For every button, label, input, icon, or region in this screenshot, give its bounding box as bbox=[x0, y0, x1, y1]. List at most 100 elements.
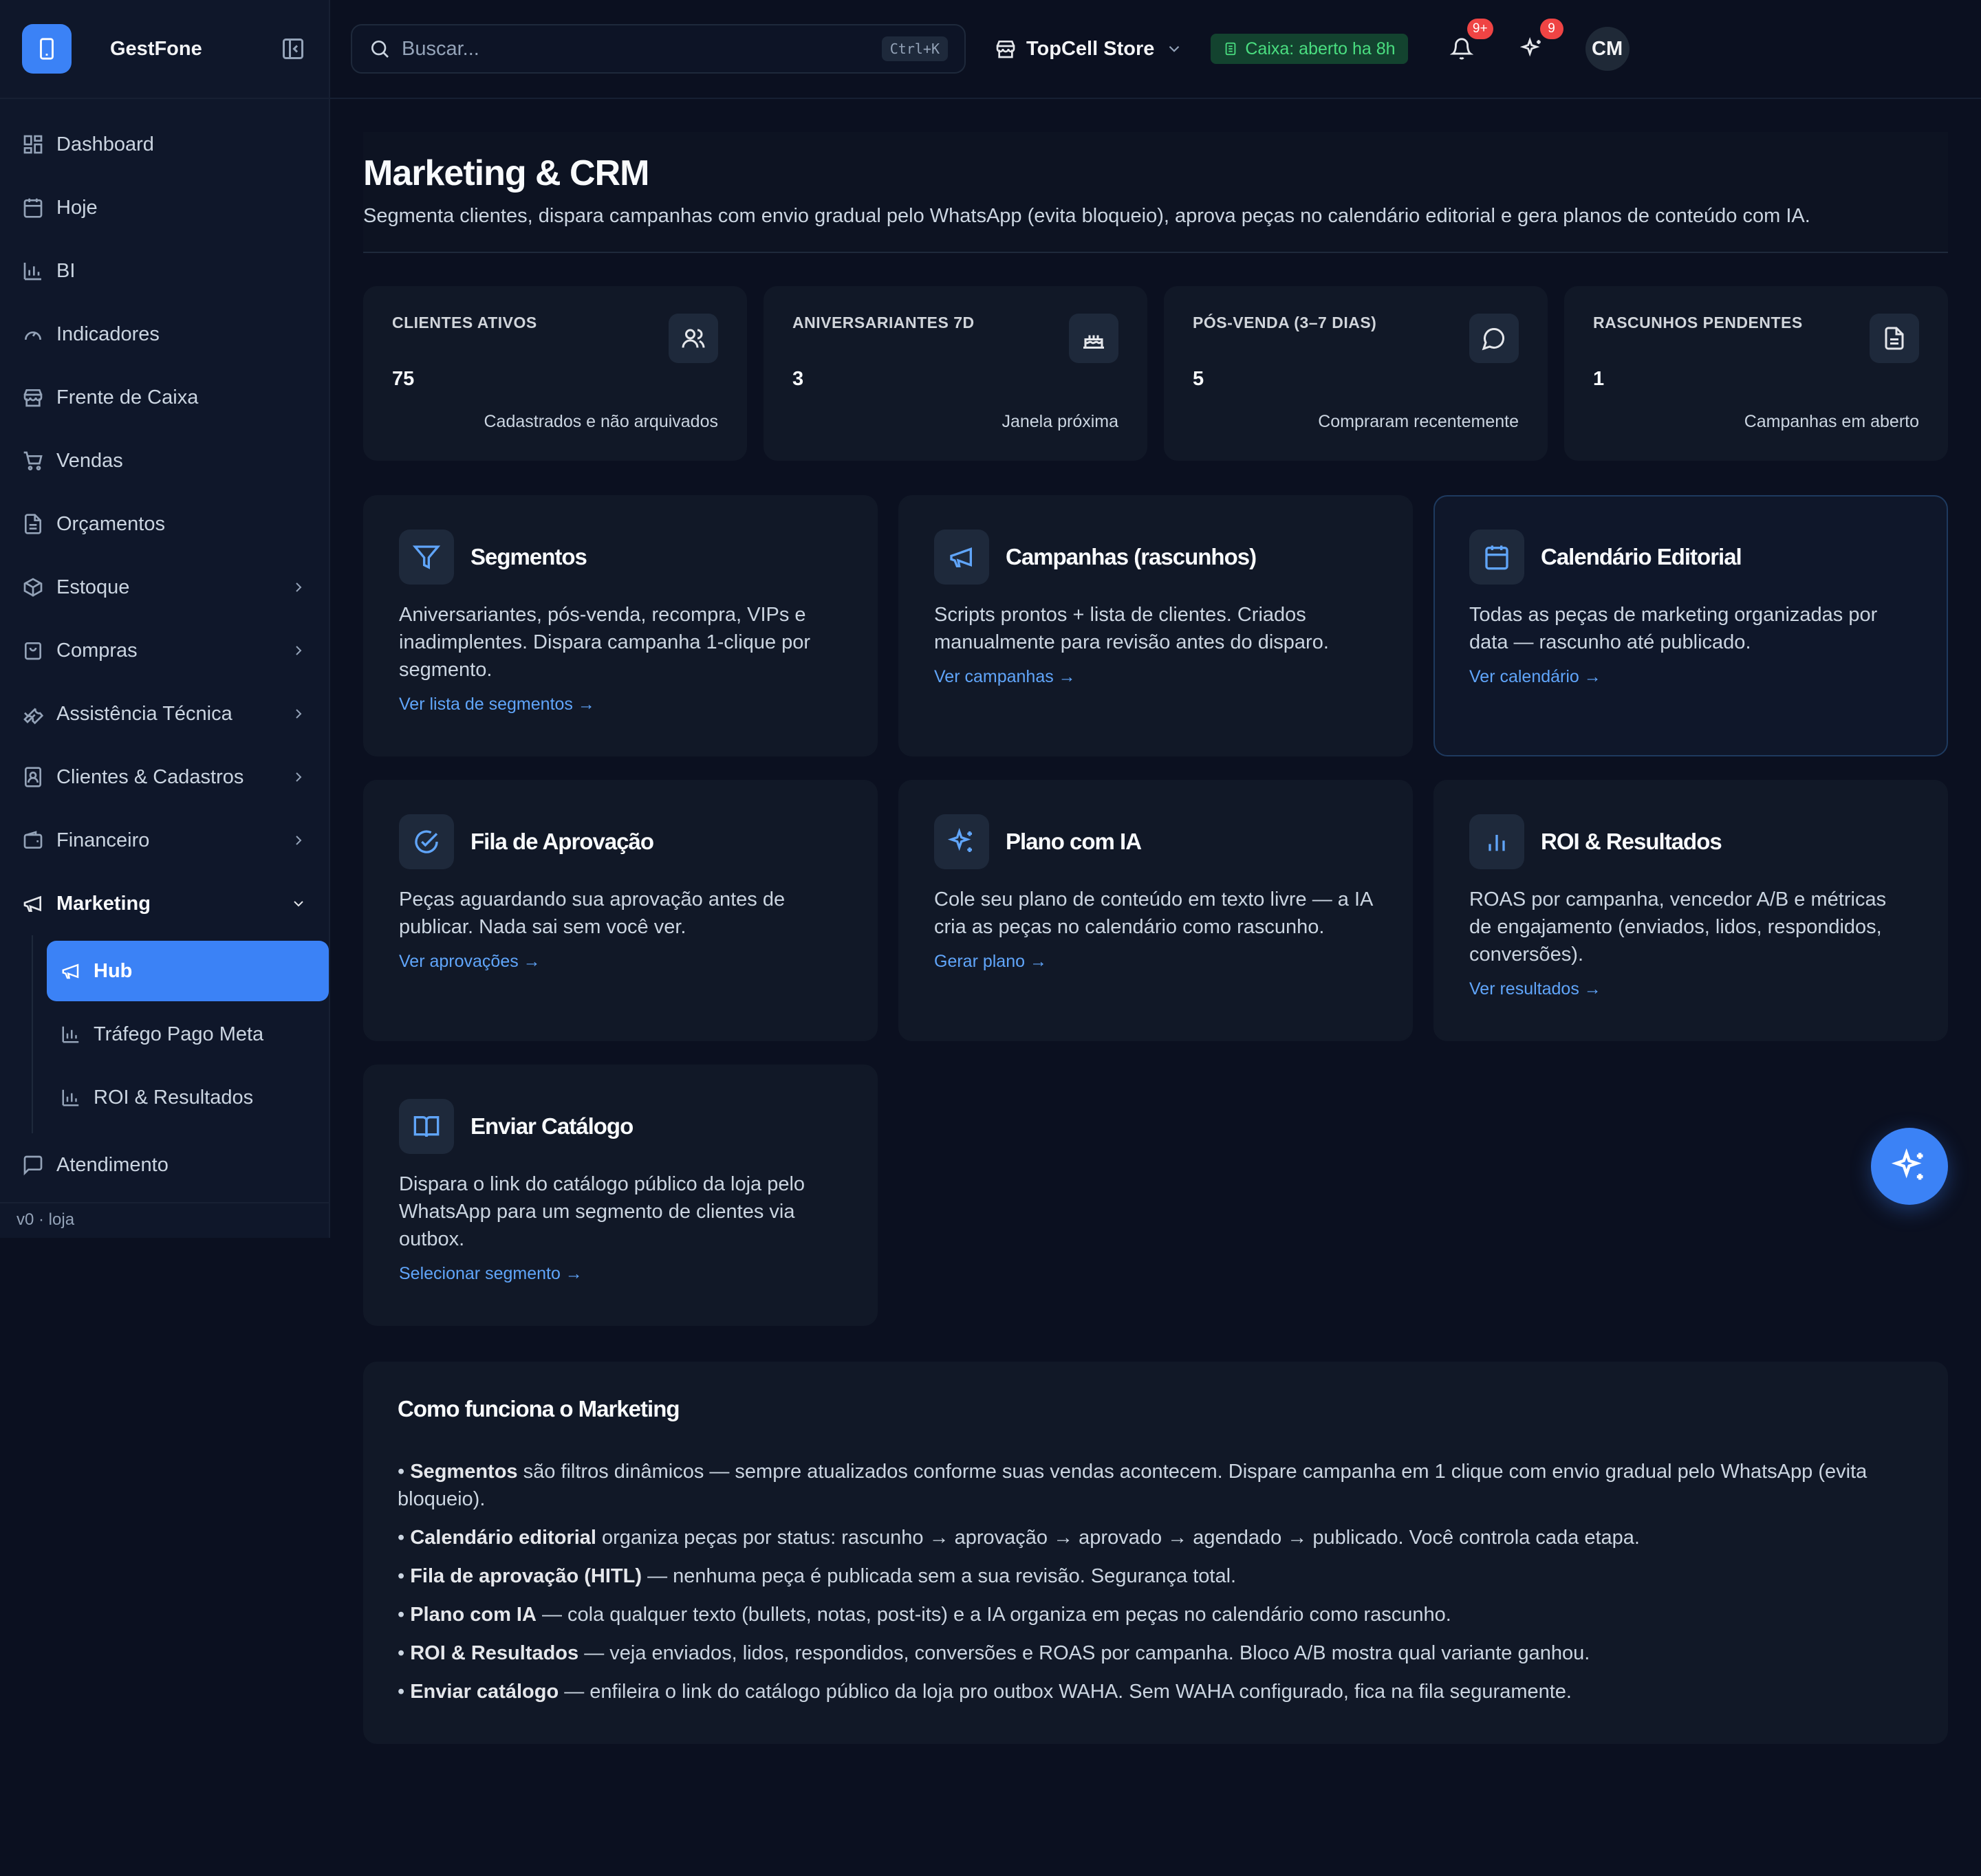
shopping-bag-icon bbox=[25, 642, 41, 660]
sidebar-item-financeiro[interactable]: Financeiro bbox=[0, 809, 329, 872]
card-title: Campanhas (rascunhos) bbox=[1006, 544, 1257, 569]
store-icon bbox=[23, 389, 43, 407]
phone-icon[interactable] bbox=[22, 24, 72, 74]
howto-item-bold: ROI & Resultados bbox=[410, 1642, 579, 1664]
card-enviar-catalogo[interactable]: Enviar Catálogo Dispara o link do catálo… bbox=[363, 1065, 878, 1326]
sidebar-toggle-icon[interactable] bbox=[279, 35, 307, 63]
gauge-icon bbox=[25, 331, 41, 340]
sidebar-item-atendimento[interactable]: Atendimento bbox=[0, 1133, 329, 1197]
card-title: Plano com IA bbox=[1006, 829, 1142, 854]
notifications-button[interactable]: 9+ bbox=[1445, 19, 1493, 65]
store-selector[interactable]: TopCell Store bbox=[995, 38, 1183, 61]
sidebar-item-orcamentos[interactable]: Orçamentos bbox=[0, 492, 329, 556]
sidebar-subitem-label: Tráfego Pago Meta bbox=[94, 1023, 264, 1045]
sidebar-item-marketing[interactable]: Marketing bbox=[0, 872, 329, 935]
chevron-right-icon bbox=[296, 646, 302, 655]
sidebar-nav: Dashboard Hoje BI Indicadores Frente de … bbox=[0, 99, 329, 1197]
ai-fab-button[interactable] bbox=[1871, 1128, 1948, 1205]
stat-subtitle: Compraram recentemente bbox=[1318, 412, 1519, 431]
sparkles-icon bbox=[1892, 1148, 1923, 1180]
sidebar-item-label: Financeiro bbox=[56, 829, 150, 851]
sidebar-footer: v0 · loja bbox=[0, 1202, 329, 1238]
dashboard-icon bbox=[23, 135, 43, 154]
card-calendario-editorial[interactable]: Calendário Editorial Todas as peças de m… bbox=[1433, 495, 1948, 756]
notifications-badge: 9+ bbox=[1466, 19, 1493, 39]
howto-item: • Enviar catálogo — enfileira o link do … bbox=[398, 1681, 1572, 1703]
sidebar-item-assistencia-tecnica[interactable]: Assistência Técnica bbox=[0, 682, 329, 745]
sidebar-item-clientes-cadastros[interactable]: Clientes & Cadastros bbox=[0, 745, 329, 809]
howto-item-bold: Calendário editorial bbox=[410, 1527, 596, 1549]
chevron-right-icon bbox=[296, 772, 302, 782]
marketing-subnav: Hub Tráfego Pago Meta ROI & Resultados bbox=[32, 935, 329, 1133]
register-icon bbox=[1226, 42, 1236, 56]
bar-chart-icon bbox=[62, 1026, 79, 1043]
stat-card-rascunhos: RASCUNHOS PENDENTES 1 Campanhas em abert… bbox=[1564, 286, 1948, 461]
sidebar-item-label: Indicadores bbox=[56, 323, 160, 345]
stats-row: CLIENTES ATIVOS 75 Cadastrados e não arq… bbox=[363, 286, 1948, 461]
sidebar-subitem-label: Hub bbox=[94, 959, 133, 982]
check-circle-icon bbox=[399, 814, 454, 869]
avatar[interactable]: CM bbox=[1585, 27, 1630, 71]
card-link[interactable]: Selecionar segmento → bbox=[399, 1264, 583, 1284]
stat-value: 1 bbox=[1593, 368, 1605, 390]
sidebar-item-frente-de-caixa[interactable]: Frente de Caixa bbox=[0, 366, 329, 429]
chevron-down-icon bbox=[294, 901, 303, 907]
card-roi-resultados[interactable]: ROI & Resultados ROAS por campanha, venc… bbox=[1433, 780, 1948, 1041]
sidebar-subitem-trafego-pago-meta[interactable]: Tráfego Pago Meta bbox=[47, 1004, 329, 1065]
card-link[interactable]: Ver resultados → bbox=[1469, 979, 1601, 999]
card-description: ROAS por campanha, vencedor A/B e métric… bbox=[1469, 888, 1887, 966]
sidebar-item-label: Marketing bbox=[56, 892, 151, 915]
stat-card-aniversariantes: ANIVERSARIANTES 7D 3 Janela próxima bbox=[764, 286, 1147, 461]
card-description: Peças aguardando sua aprovação antes de … bbox=[399, 888, 786, 938]
howto-item-bold: Segmentos bbox=[410, 1461, 518, 1483]
card-link[interactable]: Ver campanhas → bbox=[934, 667, 1076, 687]
stat-card-clientes-ativos: CLIENTES ATIVOS 75 Cadastrados e não arq… bbox=[363, 286, 747, 461]
sparkles-icon bbox=[1519, 37, 1541, 57]
sidebar-item-indicadores[interactable]: Indicadores bbox=[0, 303, 329, 366]
card-description: Cole seu plano de conteúdo em texto livr… bbox=[934, 888, 1372, 938]
stat-card-pos-venda: PÓS-VENDA (3–7 DIAS) 5 Compraram recente… bbox=[1164, 286, 1548, 461]
sidebar-subitem-hub[interactable]: Hub bbox=[47, 941, 329, 1001]
stat-value: 5 bbox=[1193, 368, 1204, 390]
sidebar-item-bi[interactable]: BI bbox=[0, 239, 329, 303]
cart-icon bbox=[23, 451, 43, 470]
search-input[interactable]: Buscar... Ctrl+K bbox=[351, 24, 966, 74]
card-link[interactable]: Gerar plano → bbox=[934, 952, 1047, 972]
chevron-right-icon bbox=[296, 836, 302, 845]
page-title: Marketing & CRM bbox=[363, 153, 649, 193]
ai-assistant-button[interactable]: 9 bbox=[1515, 19, 1563, 65]
sidebar-item-label: Estoque bbox=[56, 576, 130, 598]
ai-badge: 9 bbox=[1539, 19, 1563, 39]
sidebar-item-vendas[interactable]: Vendas bbox=[0, 429, 329, 492]
sidebar-item-dashboard[interactable]: Dashboard bbox=[0, 113, 329, 176]
feature-cards: Segmentos Aniversariantes, pós-venda, re… bbox=[363, 495, 1948, 1326]
card-segmentos[interactable]: Segmentos Aniversariantes, pós-venda, re… bbox=[363, 495, 878, 756]
caixa-status-badge[interactable]: Caixa: aberto ha 8h bbox=[1211, 34, 1408, 64]
chat-icon bbox=[1469, 314, 1519, 363]
sparkles-icon bbox=[934, 814, 989, 869]
stat-subtitle: Janela próxima bbox=[1002, 412, 1118, 431]
howto-item-text: — veja enviados, lidos, respondidos, con… bbox=[578, 1642, 1590, 1664]
card-title: Enviar Catálogo bbox=[470, 1113, 634, 1139]
howto-item-text: — nenhuma peça é publicada sem a sua rev… bbox=[642, 1565, 1237, 1587]
card-fila-aprovacao[interactable]: Fila de Aprovação Peças aguardando sua a… bbox=[363, 780, 878, 1041]
card-link[interactable]: Ver calendário → bbox=[1469, 667, 1601, 687]
bar-chart-icon bbox=[23, 263, 41, 281]
sidebar-item-hoje[interactable]: Hoje bbox=[0, 176, 329, 239]
card-link[interactable]: Ver aprovações → bbox=[399, 952, 541, 972]
chevron-right-icon bbox=[296, 582, 302, 592]
card-campanhas[interactable]: Campanhas (rascunhos) Scripts prontos + … bbox=[898, 495, 1413, 756]
sidebar-subitem-roi-resultados[interactable]: ROI & Resultados bbox=[47, 1067, 329, 1128]
card-link[interactable]: Ver lista de segmentos → bbox=[399, 695, 595, 715]
howto-item-bold: Enviar catálogo bbox=[410, 1681, 559, 1703]
megaphone-icon bbox=[62, 963, 79, 979]
howto-list: • Segmentos são filtros dinâmicos — semp… bbox=[398, 1458, 1914, 1705]
page-header: Marketing & CRM Segmenta clientes, dispa… bbox=[363, 132, 1948, 253]
sidebar-item-estoque[interactable]: Estoque bbox=[0, 556, 329, 619]
main-content: Marketing & CRM Segmenta clientes, dispa… bbox=[363, 132, 1948, 1326]
card-plano-ia[interactable]: Plano com IA Cole seu plano de conteúdo … bbox=[898, 780, 1413, 1041]
sidebar-item-compras[interactable]: Compras bbox=[0, 619, 329, 682]
contact-icon bbox=[25, 767, 41, 787]
howto-item: • Plano com IA — cola qualquer texto (bu… bbox=[398, 1604, 1451, 1626]
sidebar-item-label: Frente de Caixa bbox=[56, 386, 199, 408]
